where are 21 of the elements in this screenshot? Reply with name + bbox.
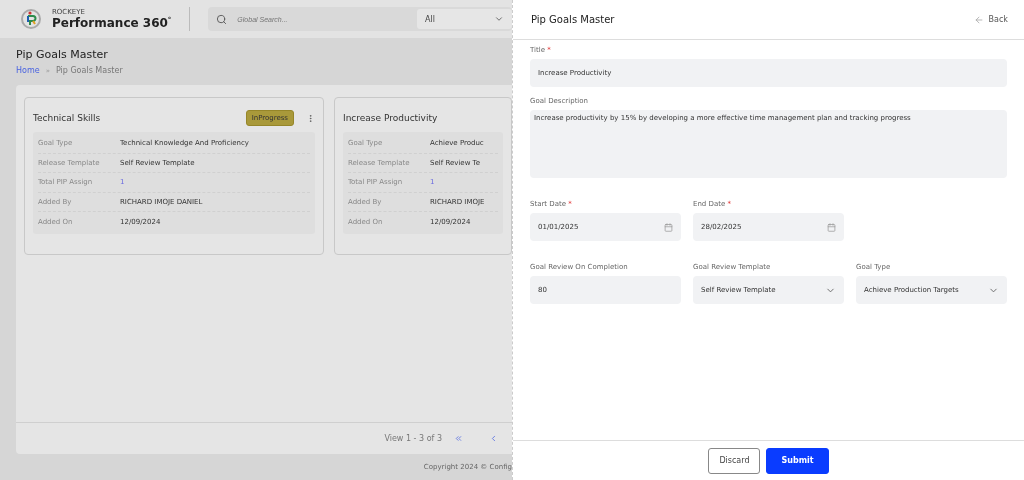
breadcrumb-link[interactable]: Home — [16, 66, 40, 75]
brand-name: Performance 360$^{°}$ — [52, 16, 172, 30]
first-page-icon[interactable] — [454, 434, 463, 443]
calendar-icon — [664, 222, 673, 232]
submit-button[interactable]: Submit — [766, 447, 829, 474]
more-icon[interactable] — [306, 113, 315, 123]
pagination-summary: View 1 - 3 of 3 — [384, 434, 442, 443]
breadcrumb-current: Pip Goals Master — [55, 66, 123, 75]
logo-icon — [20, 8, 42, 30]
scope-dropdown[interactable]: All — [417, 9, 512, 29]
card-title: Increase Productivity — [343, 113, 439, 123]
arrow-left-icon — [973, 14, 984, 25]
card-title: Technical Skills — [33, 113, 102, 123]
chevron-down-icon — [494, 14, 504, 24]
drawer-title: Pip Goals Master — [531, 14, 615, 25]
back-button[interactable]: Back — [973, 14, 1008, 25]
calendar-icon — [827, 222, 836, 232]
previous-page-icon[interactable] — [489, 434, 498, 443]
page-title: Pip Goals Master — [16, 48, 109, 61]
search-icon — [216, 13, 228, 25]
discard-button[interactable]: Discard — [708, 447, 761, 474]
